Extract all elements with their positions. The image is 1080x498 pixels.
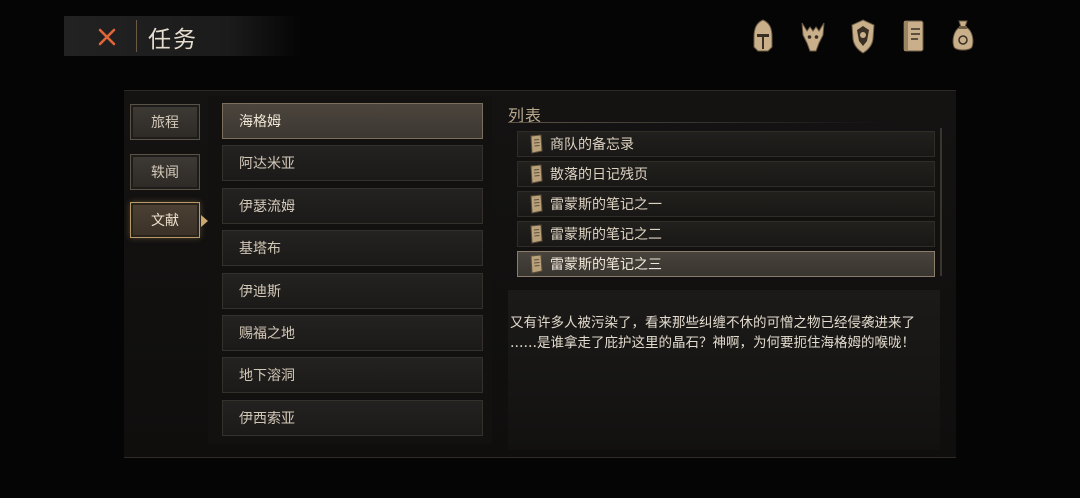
- list-header-divider: [508, 122, 888, 123]
- description-line: ……是谁拿走了庇护这里的晶石？神啊，为何要扼住海格姆的喉咙！: [510, 335, 915, 351]
- close-x-icon: [98, 28, 116, 46]
- scroll-document-icon: [528, 254, 544, 274]
- document-item-label: 散落的日记残页: [550, 167, 648, 183]
- scroll-document-icon: [528, 164, 544, 184]
- active-category-arrow-icon: [201, 215, 208, 227]
- title-divider: [136, 20, 137, 52]
- scroll-document-icon: [528, 224, 544, 244]
- document-list-scrollbar[interactable]: [940, 128, 942, 276]
- scroll-document-icon: [528, 194, 544, 214]
- document-item-label: 雷蒙斯的笔记之三: [550, 257, 662, 273]
- coin-pouch-icon[interactable]: [948, 17, 978, 55]
- knight-helmet-icon[interactable]: [748, 17, 778, 55]
- category-tab[interactable]: 轶闻: [130, 154, 200, 190]
- region-item[interactable]: 地下溶洞: [222, 357, 483, 393]
- document-item-label: 商队的备忘录: [550, 137, 634, 153]
- scroll-document-icon: [528, 134, 544, 154]
- journal-book-icon[interactable]: [898, 17, 928, 55]
- document-item[interactable]: 雷蒙斯的笔记之一: [517, 191, 935, 217]
- region-item[interactable]: 基塔布: [222, 230, 483, 266]
- region-item[interactable]: 伊迪斯: [222, 273, 483, 309]
- description-line: 又有许多人被污染了，看来那些纠缠不休的可憎之物已经侵袭进来了: [510, 315, 915, 331]
- page-title: 任务: [148, 27, 198, 53]
- document-item-label: 雷蒙斯的笔记之一: [550, 197, 662, 213]
- document-item[interactable]: 雷蒙斯的笔记之二: [517, 221, 935, 247]
- close-button[interactable]: [92, 22, 122, 52]
- horned-beast-icon[interactable]: [798, 17, 828, 55]
- region-item[interactable]: 伊西索亚: [222, 400, 483, 436]
- document-item[interactable]: 散落的日记残页: [517, 161, 935, 187]
- description-text: 又有许多人被污染了，看来那些纠缠不休的可憎之物已经侵袭进来了 ……是谁拿走了庇护…: [510, 313, 938, 353]
- category-tab[interactable]: 文献: [130, 202, 200, 238]
- region-item[interactable]: 赐福之地: [222, 315, 483, 351]
- region-item[interactable]: 海格姆: [222, 103, 483, 139]
- region-item[interactable]: 阿达米亚: [222, 145, 483, 181]
- crest-shield-icon[interactable]: [848, 17, 878, 55]
- document-item[interactable]: 雷蒙斯的笔记之三: [517, 251, 935, 277]
- region-item[interactable]: 伊瑟流姆: [222, 188, 483, 224]
- category-tab[interactable]: 旅程: [130, 104, 200, 140]
- document-item-label: 雷蒙斯的笔记之二: [550, 227, 662, 243]
- document-item[interactable]: 商队的备忘录: [517, 131, 935, 157]
